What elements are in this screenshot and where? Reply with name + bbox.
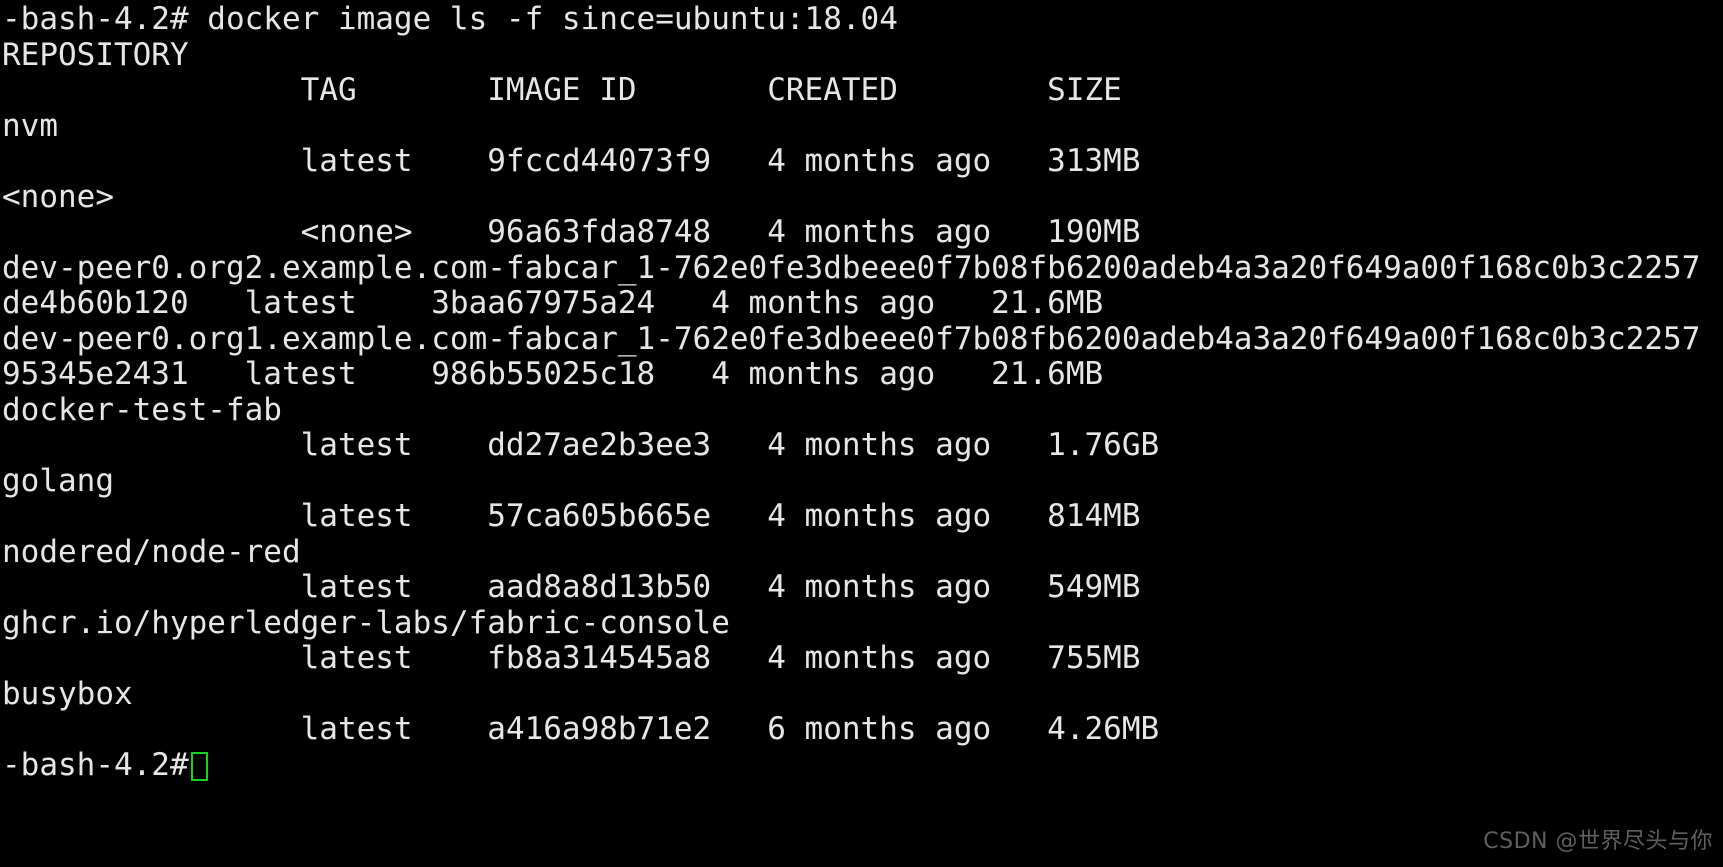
table-row: ghcr.io/hyperledger-labs/fabric-console xyxy=(2,604,730,641)
table-row: nvm xyxy=(2,107,58,144)
table-row: latest 9fccd44073f9 4 months ago 313MB xyxy=(2,143,1141,179)
table-row: dev-peer0.org2.example.com-fabcar_1-762e… xyxy=(2,249,1701,286)
terminal-command-line: -bash-4.2# docker image ls -f since=ubun… xyxy=(2,1,898,37)
table-row: de4b60b120 latest 3baa67975a24 4 months … xyxy=(2,285,1104,321)
table-row: <none> 96a63fda8748 4 months ago 190MB xyxy=(2,214,1141,250)
table-row: 95345e2431 latest 986b55025c18 4 months … xyxy=(2,356,1104,392)
table-row: latest a416a98b71e2 6 months ago 4.26MB xyxy=(2,711,1160,747)
table-row: latest dd27ae2b3ee3 4 months ago 1.76GB xyxy=(2,427,1160,463)
shell-prompt-label: -bash-4.2# xyxy=(2,746,189,783)
table-row: docker-test-fab xyxy=(2,391,282,428)
csdn-watermark: CSDN @世界尽头与你 xyxy=(1483,828,1713,854)
table-row: busybox xyxy=(2,675,133,712)
table-row: latest aad8a8d13b50 4 months ago 549MB xyxy=(2,569,1141,605)
table-row: nodered/node-red xyxy=(2,533,301,570)
table-row: golang xyxy=(2,462,114,499)
shell-prompt-line[interactable]: -bash-4.2# xyxy=(0,746,1723,784)
table-row: dev-peer0.org1.example.com-fabcar_1-762e… xyxy=(2,320,1701,357)
terminal-window[interactable]: -bash-4.2# docker image ls -f since=ubun… xyxy=(0,0,1723,867)
table-row: <none> xyxy=(2,178,114,215)
table-row: latest fb8a314545a8 4 months ago 755MB xyxy=(2,640,1141,676)
block-cursor-icon xyxy=(190,751,208,781)
table-header-columns: TAG IMAGE ID CREATED SIZE xyxy=(2,72,1122,108)
table-header-repository: REPOSITORY xyxy=(2,36,189,73)
table-row: latest 57ca605b665e 4 months ago 814MB xyxy=(2,498,1141,534)
